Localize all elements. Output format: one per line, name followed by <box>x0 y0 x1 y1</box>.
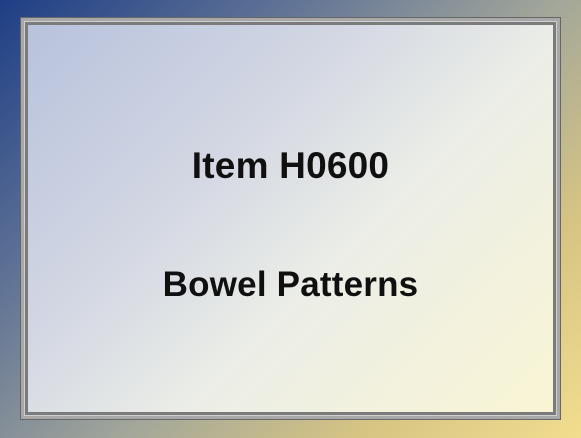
content-panel: Item H0600 Bowel Patterns <box>24 21 557 416</box>
slide-title: Item H0600 <box>191 145 390 186</box>
slide-background: Item H0600 Bowel Patterns <box>0 0 581 438</box>
slide-subtitle: Bowel Patterns <box>162 265 419 304</box>
